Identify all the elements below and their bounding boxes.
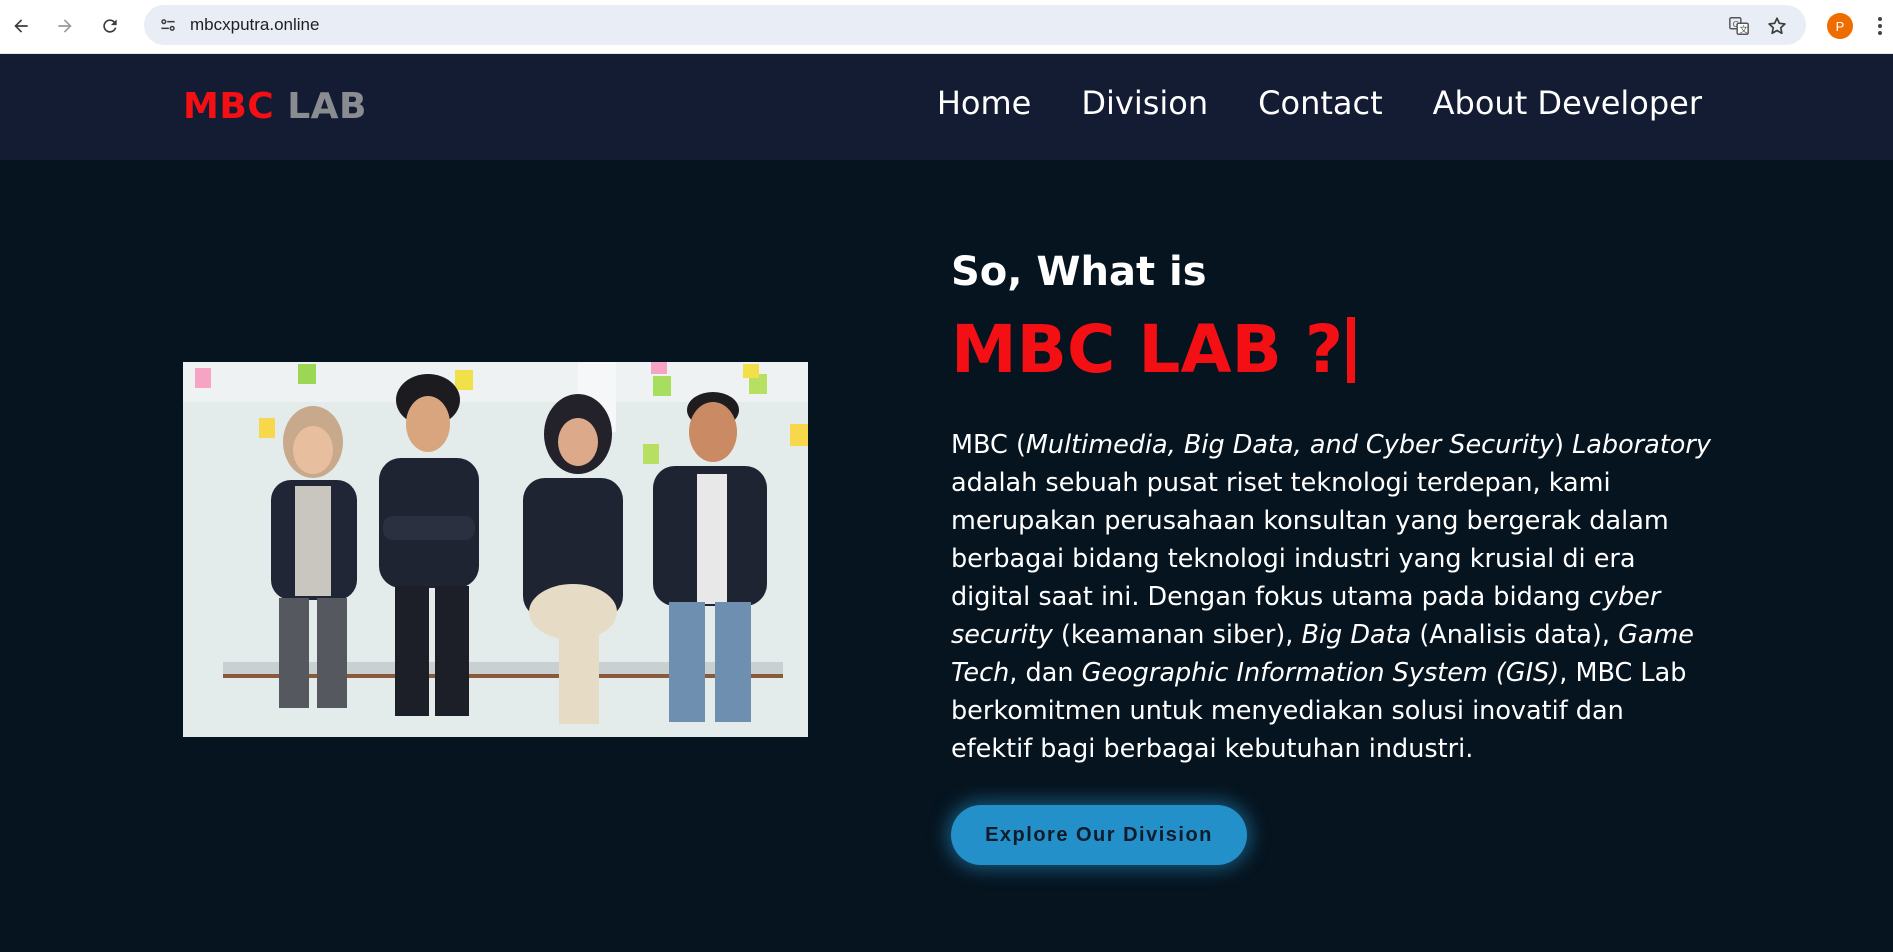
back-button[interactable] xyxy=(6,11,36,41)
profile-avatar[interactable]: P xyxy=(1827,13,1853,39)
hero-description: MBC (Multimedia, Big Data, and Cyber Sec… xyxy=(951,426,1711,768)
browser-toolbar: mbcxputra.online G文 P xyxy=(0,0,1893,54)
reload-button[interactable] xyxy=(95,11,125,41)
desc-part: adalah sebuah pusat riset teknologi terd… xyxy=(951,468,1669,612)
svg-text:文: 文 xyxy=(1739,24,1747,34)
desc-part: ) xyxy=(1554,430,1573,460)
address-bar[interactable]: mbcxputra.online G文 xyxy=(144,5,1806,45)
hero-subtitle: So, What is xyxy=(951,249,1207,295)
forward-button[interactable] xyxy=(50,11,80,41)
desc-part: Laboratory xyxy=(1572,430,1711,460)
url-text[interactable]: mbcxputra.online xyxy=(190,5,319,45)
desc-part: Multimedia, Big Data, and Cyber Security xyxy=(1025,430,1554,460)
nav-about-developer[interactable]: About Developer xyxy=(1433,80,1702,126)
forward-arrow-icon xyxy=(58,19,72,33)
desc-part: Big Data xyxy=(1301,620,1412,650)
desc-part: (Analisis data), xyxy=(1411,620,1619,650)
logo-lab: LAB xyxy=(287,86,367,127)
logo-mbc: MBC xyxy=(183,86,275,127)
desc-part: MBC ( xyxy=(951,430,1026,460)
team-photo xyxy=(183,362,808,737)
nav-home[interactable]: Home xyxy=(937,80,1032,126)
star-icon[interactable] xyxy=(1764,13,1790,39)
translate-icon[interactable]: G文 xyxy=(1726,13,1752,39)
site-logo[interactable]: MBC LAB xyxy=(183,86,367,127)
desc-part: Geographic Information System (GIS) xyxy=(1081,658,1560,688)
explore-division-button[interactable]: Explore Our Division xyxy=(951,805,1247,865)
desc-part: (keamanan siber), xyxy=(1052,620,1302,650)
site-header: MBC LAB Home Division Contact About Deve… xyxy=(0,54,1893,160)
nav-contact[interactable]: Contact xyxy=(1258,80,1383,126)
profile-initial: P xyxy=(1835,18,1845,34)
nav-division[interactable]: Division xyxy=(1081,80,1208,126)
site-info-icon[interactable] xyxy=(156,13,180,37)
back-arrow-icon xyxy=(14,19,28,33)
desc-part: , dan xyxy=(1009,658,1082,688)
more-menu-icon[interactable] xyxy=(1870,12,1890,40)
typing-cursor xyxy=(1347,317,1356,383)
hero-title: MBC LAB ? xyxy=(951,304,1711,396)
hero-title-text: MBC LAB ? xyxy=(951,311,1344,388)
main-nav: Home Division Contact About Developer xyxy=(937,80,1702,126)
hero-text: So, What is MBC LAB ? MBC (Multimedia, B… xyxy=(951,240,1711,794)
reload-icon xyxy=(103,19,117,33)
